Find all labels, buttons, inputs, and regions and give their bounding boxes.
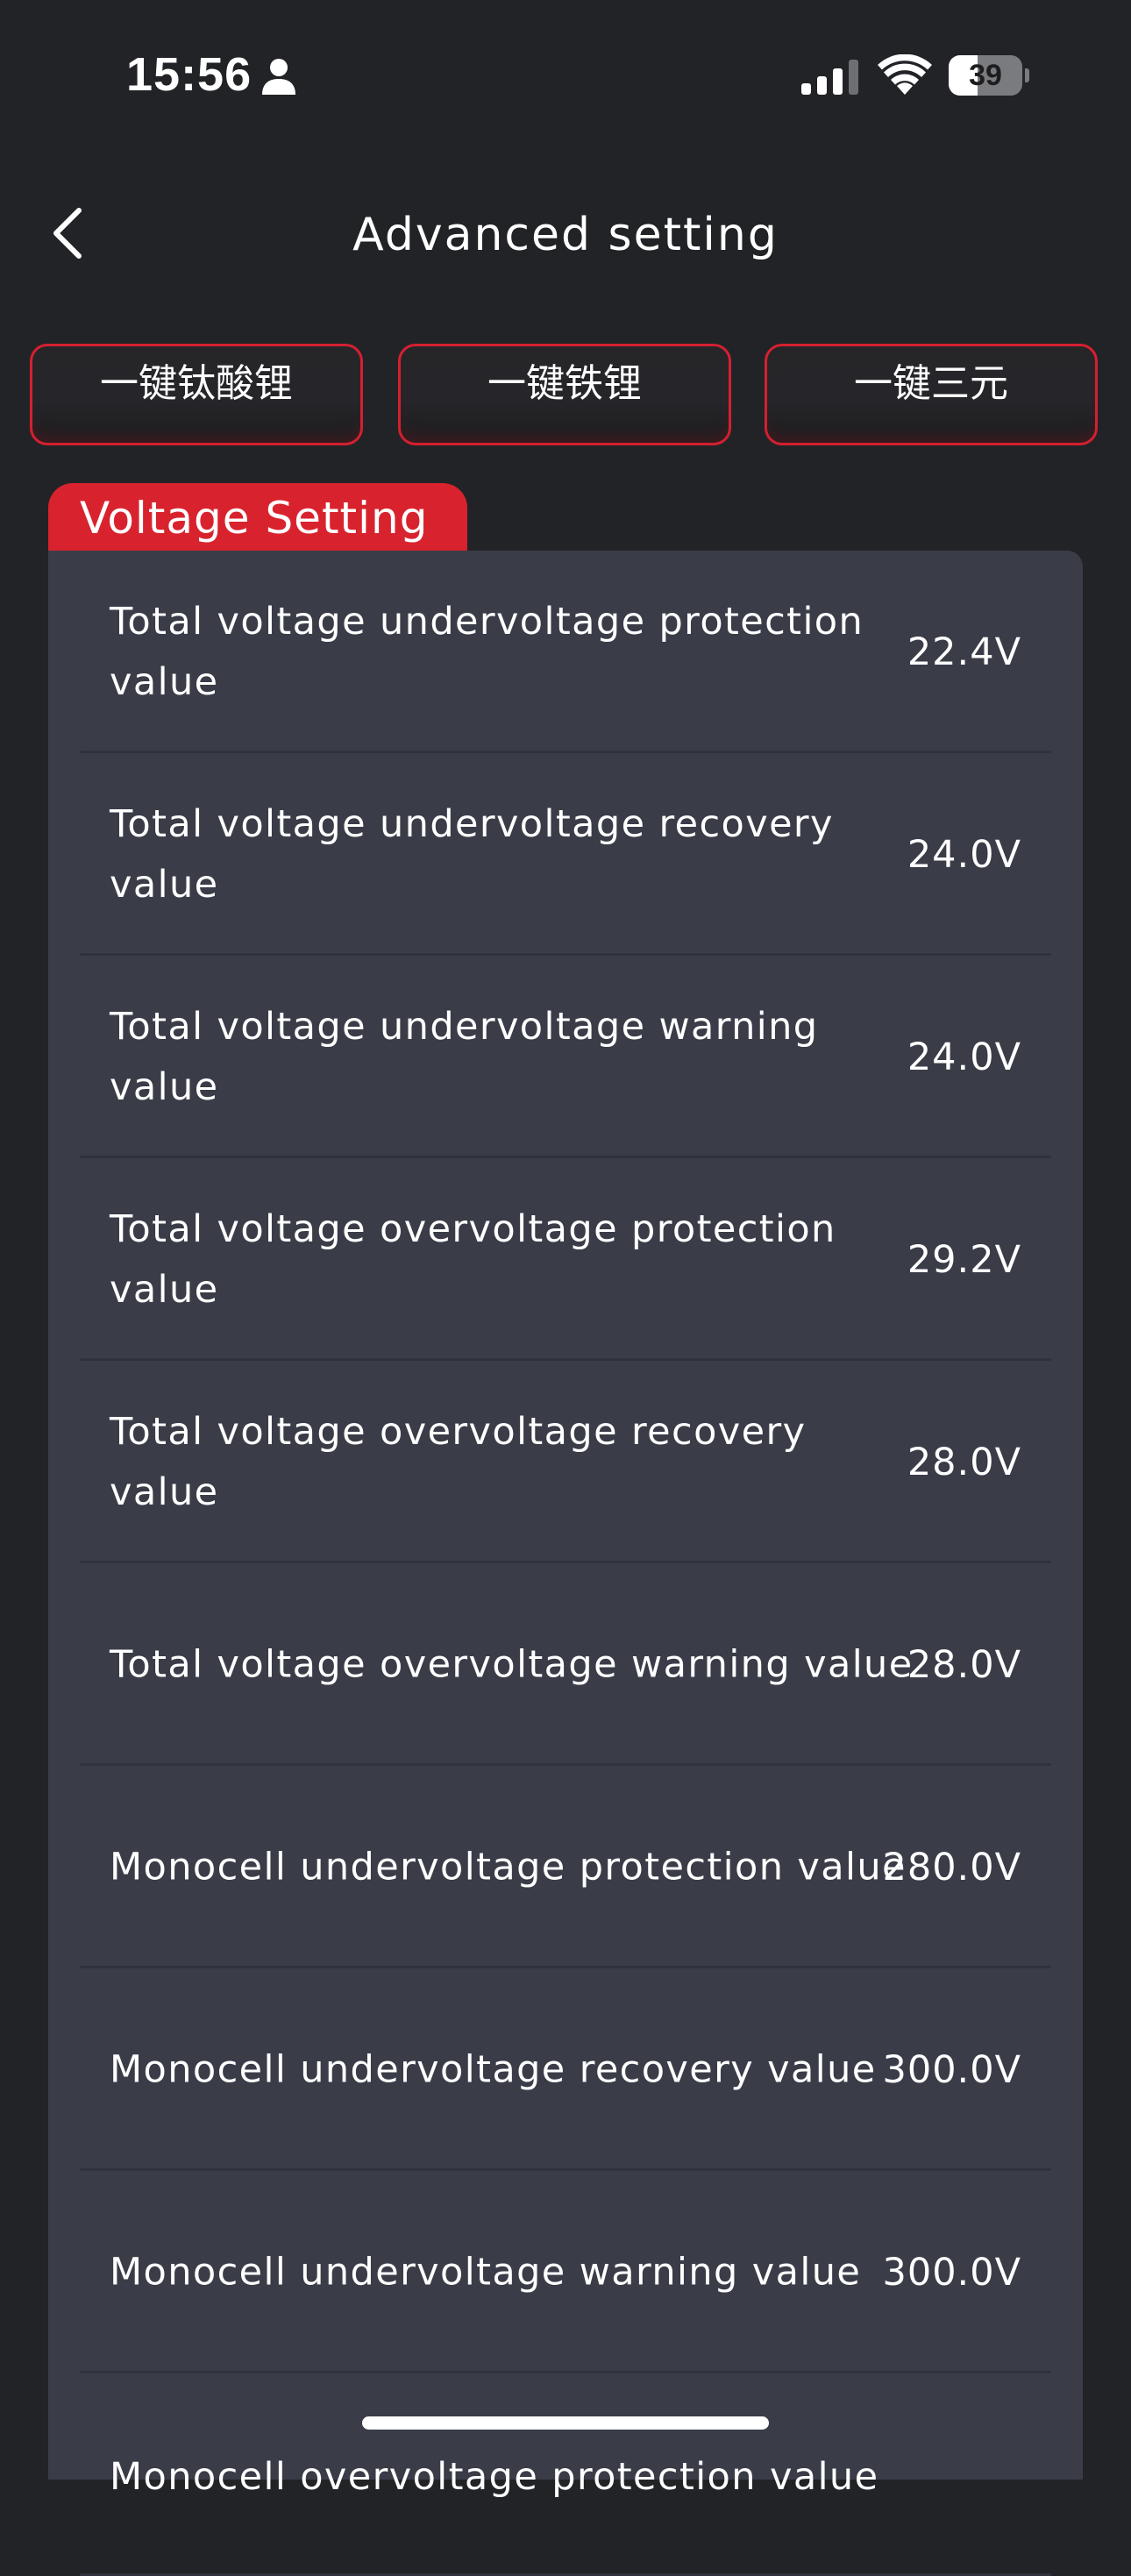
setting-row[interactable]: Total voltage overvoltage protection val… xyxy=(48,1158,1083,1361)
setting-label: Monocell undervoltage warning value xyxy=(110,2250,862,2294)
setting-value: 22.4V xyxy=(907,630,1021,674)
setting-value: 24.0V xyxy=(907,832,1021,877)
setting-row[interactable]: Monocell undervoltage warning value 300.0… xyxy=(48,2171,1083,2373)
setting-value: 28.0V xyxy=(907,1440,1021,1484)
setting-row[interactable]: Monocell overvoltage protection value xyxy=(48,2373,1083,2576)
setting-row[interactable]: Total voltage overvoltage recovery value… xyxy=(48,1361,1083,1563)
setting-row[interactable]: Total voltage undervoltage protection va… xyxy=(48,551,1083,753)
setting-label: Total voltage overvoltage recovery value xyxy=(110,1409,807,1514)
setting-row[interactable]: Monocell undervoltage recovery value 300.… xyxy=(48,1968,1083,2171)
setting-row[interactable]: Monocell undervoltage protection value 28… xyxy=(48,1766,1083,1968)
setting-label: Monocell overvoltage protection value xyxy=(110,2455,879,2499)
setting-row[interactable]: Total voltage overvoltage warning value 2… xyxy=(48,1563,1083,1766)
setting-value: 24.0V xyxy=(907,1035,1021,1079)
setting-value: 300.0V xyxy=(882,2250,1021,2295)
setting-label: Monocell undervoltage recovery value xyxy=(110,2047,877,2091)
preset-ternary-lithium-button[interactable]: 一键三元 xyxy=(765,344,1098,445)
preset-lithium-titanate-button[interactable]: 一键钛酸锂 xyxy=(30,344,363,445)
setting-value: 29.2V xyxy=(907,1237,1021,1282)
setting-label: Total voltage undervoltage recovery valu… xyxy=(110,801,834,907)
setting-label: Total voltage undervoltage warning value xyxy=(110,1004,819,1109)
setting-value: 300.0V xyxy=(882,2047,1021,2092)
section-tab-voltage-setting: Voltage Setting xyxy=(48,483,467,553)
home-indicator xyxy=(362,2416,769,2430)
battery-tip xyxy=(1025,68,1029,82)
settings-card: Total voltage undervoltage protection va… xyxy=(48,551,1083,2576)
setting-row[interactable]: Total voltage undervoltage warning value… xyxy=(48,956,1083,1158)
battery-level: 39 xyxy=(969,59,1002,92)
cellular-signal-icon xyxy=(801,60,858,95)
battery-icon: 39 xyxy=(949,55,1029,96)
settings-list: Total voltage undervoltage protection va… xyxy=(48,551,1083,2576)
page-title: Advanced setting xyxy=(352,209,779,261)
nav-header: Advanced setting xyxy=(0,175,1131,298)
status-time: 15:56 xyxy=(126,48,253,101)
battery-body: 39 xyxy=(949,55,1022,96)
setting-label: Monocell undervoltage protection value xyxy=(110,1845,907,1889)
person-icon xyxy=(262,59,295,95)
setting-label: Total voltage undervoltage protection va… xyxy=(110,599,864,704)
wifi-icon xyxy=(878,54,932,95)
status-bar: 15:56 39 xyxy=(0,0,1131,149)
preset-button-row: 一键钛酸锂 一键铁锂 一键三元 xyxy=(30,344,1101,449)
preset-lithium-iron-button[interactable]: 一键铁锂 xyxy=(398,344,731,445)
setting-label: Total voltage overvoltage protection val… xyxy=(110,1206,836,1312)
setting-label: Total voltage overvoltage warning value xyxy=(110,1642,914,1686)
setting-value: 280.0V xyxy=(882,1845,1021,1889)
setting-row[interactable]: Total voltage undervoltage recovery valu… xyxy=(48,753,1083,956)
setting-value: 28.0V xyxy=(907,1642,1021,1687)
